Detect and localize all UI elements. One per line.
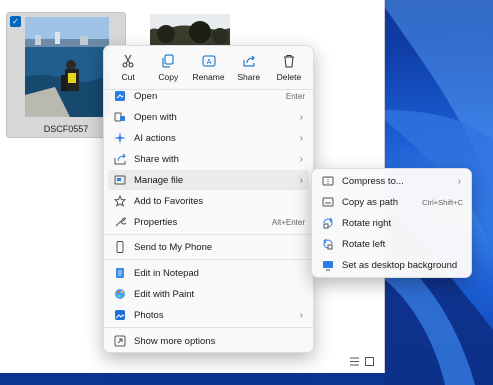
menu-item-label: Properties (134, 216, 178, 228)
menu-item-share-with[interactable]: Share with › (108, 149, 309, 169)
submenu-item-label: Rotate left (342, 238, 386, 250)
delete-button[interactable]: Delete (269, 50, 309, 86)
menu-divider (104, 259, 313, 260)
svg-text:A: A (206, 59, 211, 66)
trash-icon (282, 54, 296, 68)
menu-item-label: Open with (134, 111, 177, 123)
menu-item-label: Add to Favorites (134, 195, 204, 207)
submenu-item-rotate-right[interactable]: Rotate right (316, 213, 467, 233)
menu-item-photos[interactable]: Photos › (108, 305, 309, 325)
sparkle-icon (114, 132, 126, 144)
open-icon (114, 90, 126, 102)
share-label: Share (237, 72, 261, 82)
quick-actions-bar: Cut Copy A Rename Share Delete (108, 50, 309, 88)
cut-label: Cut (121, 72, 135, 82)
menu-divider (104, 327, 313, 328)
chevron-right-icon: › (457, 175, 461, 187)
menu-item-label: Edit in Notepad (134, 267, 199, 279)
share-icon (242, 54, 256, 68)
compress-icon (322, 175, 334, 187)
paint-icon (114, 288, 126, 300)
submenu-item-label: Compress to... (342, 175, 404, 187)
chevron-right-icon: › (299, 309, 303, 321)
submenu-item-label: Copy as path (342, 196, 398, 208)
copy-button[interactable]: Copy (148, 50, 188, 86)
photo-thumbnail (25, 17, 109, 117)
menu-divider (104, 234, 313, 235)
menu-item-edit-notepad[interactable]: Edit in Notepad (108, 263, 309, 283)
menu-item-open-with[interactable]: Open with › (108, 107, 309, 127)
cut-button[interactable]: Cut (108, 50, 148, 86)
context-menu: Cut Copy A Rename Share Delete Open Ente… (103, 45, 314, 353)
chevron-right-icon: › (299, 174, 303, 186)
submenu-item-copy-path[interactable]: Copy as path Ctrl+Shift+C (316, 192, 467, 212)
copy-label: Copy (158, 72, 179, 82)
manage-file-submenu: Compress to... › Copy as path Ctrl+Shift… (311, 168, 472, 278)
scissors-icon (121, 54, 135, 68)
menu-item-ai-actions[interactable]: AI actions › (108, 128, 309, 148)
submenu-item-shortcut: Ctrl+Shift+C (422, 197, 463, 207)
view-toggle-group (350, 357, 374, 366)
menu-item-send-to-phone[interactable]: Send to My Phone (108, 237, 309, 257)
share-button[interactable]: Share (229, 50, 269, 86)
notepad-icon (114, 267, 126, 279)
tiles-view-icon[interactable] (365, 357, 374, 366)
phone-icon (114, 241, 126, 253)
chevron-right-icon: › (299, 111, 303, 123)
share-with-icon (114, 153, 126, 165)
menu-item-label: Share with (134, 153, 179, 165)
rename-button[interactable]: A Rename (188, 50, 228, 86)
menu-item-edit-paint[interactable]: Edit with Paint (108, 284, 309, 304)
chevron-right-icon: › (299, 153, 303, 165)
copy-path-icon (322, 196, 334, 208)
star-icon (114, 195, 126, 207)
open-with-icon (114, 111, 126, 123)
menu-item-open[interactable]: Open Enter (108, 86, 309, 106)
details-view-icon[interactable] (350, 357, 359, 366)
delete-label: Delete (276, 72, 302, 82)
submenu-item-rotate-left[interactable]: Rotate left (316, 234, 467, 254)
submenu-item-compress[interactable]: Compress to... › (316, 171, 467, 191)
submenu-item-label: Rotate right (342, 217, 392, 229)
chevron-right-icon: › (299, 132, 303, 144)
rotate-right-icon (322, 217, 334, 229)
menu-item-manage-file[interactable]: Manage file › (108, 170, 309, 190)
desktop-bg-icon (322, 259, 334, 271)
menu-item-add-to-favorites[interactable]: Add to Favorites (108, 191, 309, 211)
menu-item-label: Send to My Phone (134, 241, 213, 253)
rotate-left-icon (322, 238, 334, 250)
menu-item-label: Photos (134, 309, 164, 321)
more-options-icon (114, 335, 126, 347)
rename-icon: A (202, 54, 216, 68)
menu-item-label: Manage file (134, 174, 184, 186)
submenu-item-desktop-background[interactable]: Set as desktop background (316, 255, 467, 275)
menu-item-shortcut: Alt+Enter (271, 217, 305, 227)
menu-item-properties[interactable]: Properties Alt+Enter (108, 212, 309, 232)
photos-icon (114, 309, 126, 321)
menu-item-label: Edit with Paint (134, 288, 195, 300)
wrench-icon (114, 216, 126, 228)
copy-icon (161, 54, 175, 68)
menu-item-label: Open (134, 90, 158, 102)
menu-item-label: AI actions (134, 132, 176, 144)
manage-file-icon (114, 174, 126, 186)
submenu-item-label: Set as desktop background (342, 259, 458, 271)
menu-item-show-more-options[interactable]: Show more options (108, 331, 309, 351)
menu-item-shortcut: Enter (285, 91, 305, 101)
checkbox-icon[interactable]: ✓ (10, 16, 21, 27)
rename-label: Rename (192, 72, 225, 82)
photo-thumbnail-2[interactable] (150, 14, 230, 46)
menu-item-label: Show more options (134, 335, 216, 347)
